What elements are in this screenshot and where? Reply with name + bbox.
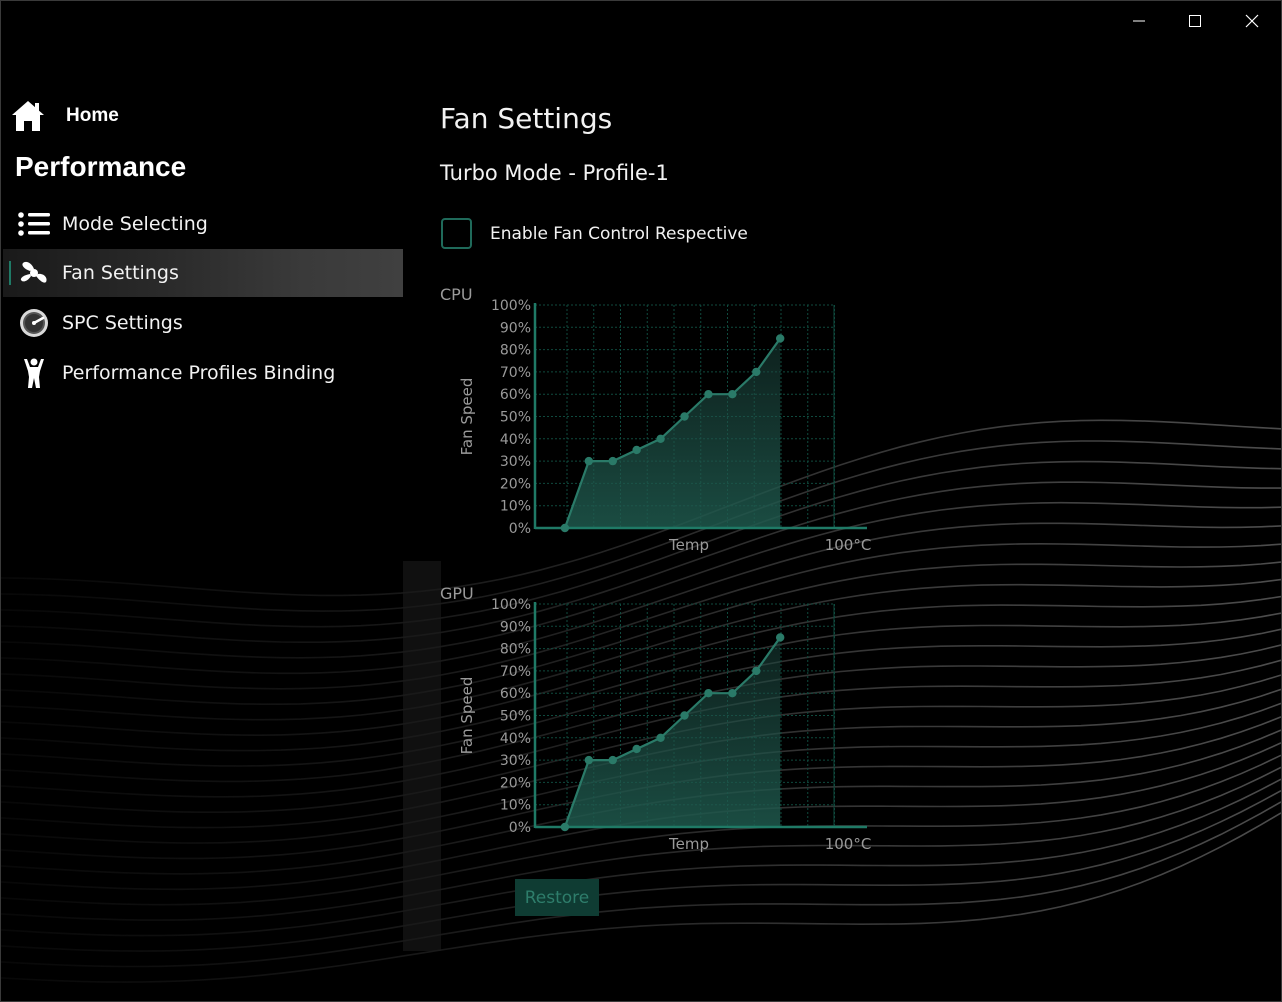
- y-tick-label: 30%: [500, 753, 531, 769]
- curve-point[interactable]: [560, 523, 570, 533]
- y-tick-label: 80%: [500, 343, 531, 359]
- home-icon: [12, 101, 44, 131]
- curve-point[interactable]: [608, 456, 617, 466]
- maximize-button[interactable]: [1167, 1, 1223, 41]
- curve-point[interactable]: [775, 633, 785, 642]
- sidebar-item-fan-settings[interactable]: Fan Settings: [3, 249, 403, 297]
- sidebar-item-spc-settings[interactable]: SPC Settings: [3, 299, 403, 347]
- curve-point[interactable]: [775, 334, 785, 343]
- home-label: Home: [66, 105, 119, 126]
- curve-point[interactable]: [656, 733, 665, 742]
- curve-point[interactable]: [632, 744, 641, 754]
- y-tick-label: 70%: [500, 664, 531, 680]
- curve-point[interactable]: [584, 755, 594, 765]
- x-end-label: 100°C: [825, 536, 872, 553]
- close-icon: [1245, 14, 1259, 28]
- list-icon: [17, 208, 51, 240]
- y-tick-label: 10%: [500, 798, 531, 814]
- y-tick-label: 20%: [500, 476, 531, 492]
- sidebar-item-label: Fan Settings: [62, 262, 179, 284]
- cpu-fan-curve-chart[interactable]: 100% 90% 80% 70% 60% 50% 40% 30% 20% 10% 0% Fan Spe…: [456, 293, 876, 553]
- curve-point[interactable]: [656, 434, 665, 443]
- y-axis-label: Fan Speed: [458, 677, 476, 755]
- speedometer-icon: [17, 307, 51, 339]
- person-icon: [17, 357, 51, 389]
- curve-point[interactable]: [704, 689, 713, 698]
- sidebar-item-performance-profiles-binding[interactable]: Performance Profiles Binding: [3, 349, 403, 397]
- maximize-icon: [1189, 15, 1201, 27]
- y-tick-label: 30%: [500, 454, 531, 470]
- checkbox-label: Enable Fan Control Respective: [490, 223, 748, 244]
- y-tick-label: 40%: [500, 432, 531, 448]
- gpu-fan-curve-chart[interactable]: 100% 90% 80% 70% 60% 50% 40% 30% 20% 10% 0% Fan Spe…: [456, 592, 876, 852]
- y-tick-label: 100%: [491, 298, 531, 314]
- page-title: Fan Settings: [440, 102, 613, 135]
- curve-point[interactable]: [728, 689, 737, 698]
- curve-point[interactable]: [752, 666, 761, 676]
- y-tick-label: 100%: [491, 597, 531, 613]
- profile-subtitle: Turbo Mode - Profile-1: [440, 161, 669, 185]
- enable-fan-control-checkbox[interactable]: [441, 218, 472, 249]
- x-axis-label: Temp: [668, 835, 709, 852]
- minimize-icon: [1133, 20, 1145, 22]
- enable-fan-control-toggle[interactable]: Enable Fan Control Respective: [441, 218, 748, 249]
- curve-point[interactable]: [752, 367, 761, 377]
- y-tick-label: 70%: [500, 365, 531, 381]
- fan-icon: [17, 257, 51, 289]
- home-link[interactable]: Home: [9, 97, 119, 135]
- active-indicator: [9, 261, 11, 285]
- sidebar-item-mode-selecting[interactable]: Mode Selecting: [3, 200, 403, 248]
- y-tick-label: 80%: [500, 642, 531, 658]
- y-tick-label: 20%: [500, 775, 531, 791]
- curve-point[interactable]: [728, 390, 737, 399]
- curve-area: [564, 338, 781, 528]
- y-axis-label: Fan Speed: [458, 378, 476, 456]
- curve-point[interactable]: [560, 822, 570, 832]
- x-axis-label: Temp: [668, 536, 709, 553]
- sidebar-item-label: Performance Profiles Binding: [62, 362, 336, 384]
- y-tick-label: 50%: [500, 410, 531, 426]
- sidebar-item-label: Mode Selecting: [62, 213, 208, 235]
- restore-button[interactable]: Restore: [515, 879, 599, 916]
- sidebar-item-label: SPC Settings: [62, 312, 183, 334]
- y-tick-label: 60%: [500, 686, 531, 702]
- close-button[interactable]: [1224, 1, 1280, 41]
- curve-point[interactable]: [608, 755, 617, 765]
- y-tick-label: 10%: [500, 499, 531, 515]
- curve-point[interactable]: [584, 456, 594, 466]
- curve-point[interactable]: [680, 711, 689, 720]
- y-tick-label: 50%: [500, 709, 531, 725]
- y-tick-label: 90%: [500, 320, 531, 336]
- curve-point[interactable]: [680, 412, 689, 421]
- curve-point[interactable]: [632, 445, 641, 455]
- y-tick-label: 60%: [500, 387, 531, 403]
- app-window: Home Performance Mode Selecting Fan Sett…: [0, 0, 1282, 1002]
- y-tick-label: 0%: [509, 820, 531, 836]
- y-tick-label: 0%: [509, 521, 531, 537]
- x-end-label: 100°C: [825, 835, 872, 852]
- y-tick-label: 90%: [500, 619, 531, 635]
- y-tick-label: 40%: [500, 731, 531, 747]
- curve-point[interactable]: [704, 390, 713, 399]
- minimize-button[interactable]: [1111, 1, 1167, 41]
- section-title: Performance: [15, 151, 187, 182]
- curve-area: [564, 637, 781, 827]
